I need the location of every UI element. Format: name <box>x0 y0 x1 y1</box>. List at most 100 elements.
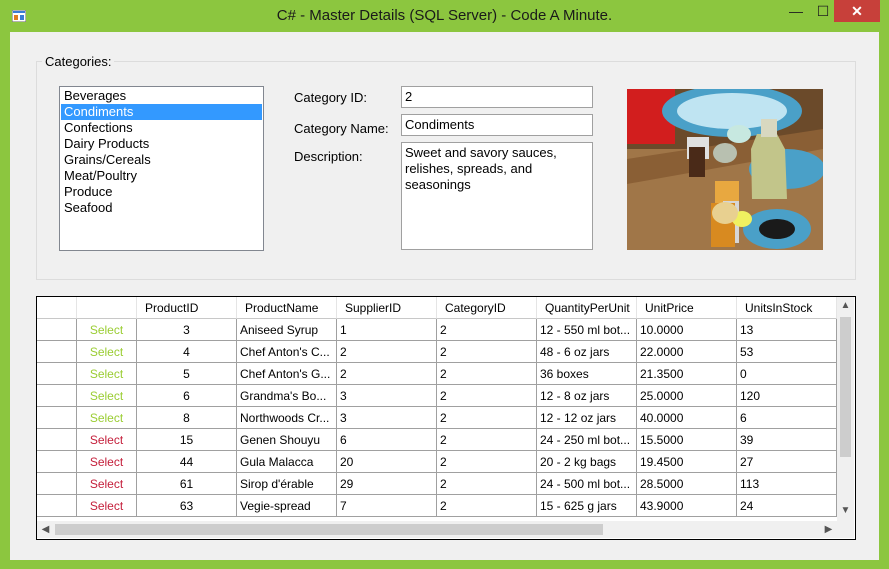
table-cell[interactable]: 2 <box>437 495 537 517</box>
column-header[interactable]: ProductID <box>137 297 237 319</box>
row-header[interactable] <box>37 495 77 517</box>
table-cell[interactable]: 12 - 550 ml bot... <box>537 319 637 341</box>
table-cell[interactable]: 12 - 8 oz jars <box>537 385 637 407</box>
table-cell[interactable]: 120 <box>737 385 837 407</box>
table-cell[interactable]: Grandma's Bo... <box>237 385 337 407</box>
table-cell[interactable]: 2 <box>437 429 537 451</box>
scroll-down-icon[interactable]: ▼ <box>837 502 854 519</box>
table-cell[interactable]: 28.5000 <box>637 473 737 495</box>
table-cell[interactable]: 22.0000 <box>637 341 737 363</box>
row-header[interactable] <box>37 341 77 363</box>
table-cell[interactable]: 1 <box>337 319 437 341</box>
table-cell[interactable]: 24 <box>737 495 837 517</box>
scroll-left-icon[interactable]: ◀ <box>37 521 54 538</box>
table-cell[interactable]: Chef Anton's C... <box>237 341 337 363</box>
table-cell[interactable]: 2 <box>337 341 437 363</box>
table-cell[interactable]: 24 - 250 ml bot... <box>537 429 637 451</box>
table-cell[interactable]: 24 - 500 ml bot... <box>537 473 637 495</box>
horizontal-scroll-thumb[interactable] <box>55 524 603 535</box>
table-cell[interactable]: 15.5000 <box>637 429 737 451</box>
table-cell[interactable]: 7 <box>337 495 437 517</box>
horizontal-scrollbar[interactable]: ◀ ▶ <box>37 521 837 538</box>
description-field[interactable]: Sweet and savory sauces, relishes, sprea… <box>401 142 593 250</box>
column-header[interactable]: ProductName <box>237 297 337 319</box>
categories-listbox[interactable]: Beverages Condiments Confections Dairy Prod… <box>59 86 264 251</box>
table-row[interactable]: Select 61 Sirop d'érable 29 2 24 - 500 ml bot… <box>37 473 837 495</box>
table-cell[interactable]: 5 <box>137 363 237 385</box>
category-list-item[interactable]: Beverages <box>61 88 262 104</box>
table-cell[interactable]: 61 <box>137 473 237 495</box>
table-cell[interactable]: 53 <box>737 341 837 363</box>
table-cell[interactable]: 19.4500 <box>637 451 737 473</box>
column-header[interactable]: QuantityPerUnit <box>537 297 637 319</box>
table-cell[interactable]: Sirop d'érable <box>237 473 337 495</box>
table-cell[interactable]: 29 <box>337 473 437 495</box>
vertical-scrollbar[interactable]: ▲ ▼ <box>837 297 854 521</box>
select-link[interactable]: Select <box>77 473 137 495</box>
table-cell[interactable]: 113 <box>737 473 837 495</box>
row-header[interactable] <box>37 363 77 385</box>
table-cell[interactable]: 3 <box>137 319 237 341</box>
row-header[interactable] <box>37 473 77 495</box>
table-cell[interactable]: 21.3500 <box>637 363 737 385</box>
table-cell[interactable]: 2 <box>337 363 437 385</box>
select-link[interactable]: Select <box>77 319 137 341</box>
table-cell[interactable]: 8 <box>137 407 237 429</box>
scroll-right-icon[interactable]: ▶ <box>820 521 837 538</box>
table-cell[interactable]: 39 <box>737 429 837 451</box>
column-header[interactable]: UnitsInStock <box>737 297 837 319</box>
select-link[interactable]: Select <box>77 495 137 517</box>
row-header[interactable] <box>37 407 77 429</box>
minimize-button[interactable]: — <box>781 0 811 22</box>
table-cell[interactable]: 20 <box>337 451 437 473</box>
table-cell[interactable]: Aniseed Syrup <box>237 319 337 341</box>
table-row[interactable]: Select 4 Chef Anton's C... 2 2 48 - 6 oz jars… <box>37 341 837 363</box>
table-row[interactable]: Select 8 Northwoods Cr... 3 2 12 - 12 oz jars… <box>37 407 837 429</box>
category-list-item[interactable]: Condiments <box>61 104 262 120</box>
table-cell[interactable]: 63 <box>137 495 237 517</box>
row-header[interactable] <box>37 385 77 407</box>
table-cell[interactable]: 48 - 6 oz jars <box>537 341 637 363</box>
table-cell[interactable]: 25.0000 <box>637 385 737 407</box>
category-list-item[interactable]: Confections <box>61 120 262 136</box>
category-list-item[interactable]: Seafood <box>61 200 262 216</box>
table-cell[interactable]: 12 - 12 oz jars <box>537 407 637 429</box>
row-header[interactable] <box>37 319 77 341</box>
table-row[interactable]: Select 15 Genen Shouyu 6 2 24 - 250 ml bot...… <box>37 429 837 451</box>
select-link[interactable]: Select <box>77 451 137 473</box>
table-cell[interactable]: 40.0000 <box>637 407 737 429</box>
table-cell[interactable]: 6 <box>337 429 437 451</box>
table-cell[interactable]: 2 <box>437 341 537 363</box>
table-cell[interactable]: 20 - 2 kg bags <box>537 451 637 473</box>
select-link[interactable]: Select <box>77 341 137 363</box>
table-row[interactable]: Select 3 Aniseed Syrup 1 2 12 - 550 ml bot...… <box>37 319 837 341</box>
table-cell[interactable]: 3 <box>337 385 437 407</box>
products-datagrid[interactable]: ProductID ProductName SupplierID CategoryID… <box>36 296 856 540</box>
column-header[interactable]: CategoryID <box>437 297 537 319</box>
close-button[interactable]: ✕ <box>834 0 880 22</box>
table-cell[interactable]: 2 <box>437 363 537 385</box>
select-link[interactable]: Select <box>77 385 137 407</box>
table-cell[interactable]: Genen Shouyu <box>237 429 337 451</box>
table-cell[interactable]: 44 <box>137 451 237 473</box>
select-link[interactable]: Select <box>77 407 137 429</box>
table-cell[interactable]: Northwoods Cr... <box>237 407 337 429</box>
category-list-item[interactable]: Dairy Products <box>61 136 262 152</box>
table-cell[interactable]: 15 <box>137 429 237 451</box>
category-name-field[interactable]: Condiments <box>401 114 593 136</box>
table-cell[interactable]: 4 <box>137 341 237 363</box>
table-cell[interactable]: 2 <box>437 407 537 429</box>
select-link[interactable]: Select <box>77 429 137 451</box>
vertical-scroll-thumb[interactable] <box>840 317 851 457</box>
table-cell[interactable]: 36 boxes <box>537 363 637 385</box>
scroll-up-icon[interactable]: ▲ <box>837 297 854 314</box>
select-link[interactable]: Select <box>77 363 137 385</box>
table-row[interactable]: Select 5 Chef Anton's G... 2 2 36 boxes 21.350… <box>37 363 837 385</box>
table-cell[interactable]: 2 <box>437 319 537 341</box>
category-list-item[interactable]: Produce <box>61 184 262 200</box>
table-cell[interactable]: 2 <box>437 385 537 407</box>
table-cell[interactable]: 10.0000 <box>637 319 737 341</box>
table-cell[interactable]: 6 <box>137 385 237 407</box>
table-row[interactable]: Select 6 Grandma's Bo... 3 2 12 - 8 oz jars 25… <box>37 385 837 407</box>
column-header[interactable] <box>77 297 137 319</box>
